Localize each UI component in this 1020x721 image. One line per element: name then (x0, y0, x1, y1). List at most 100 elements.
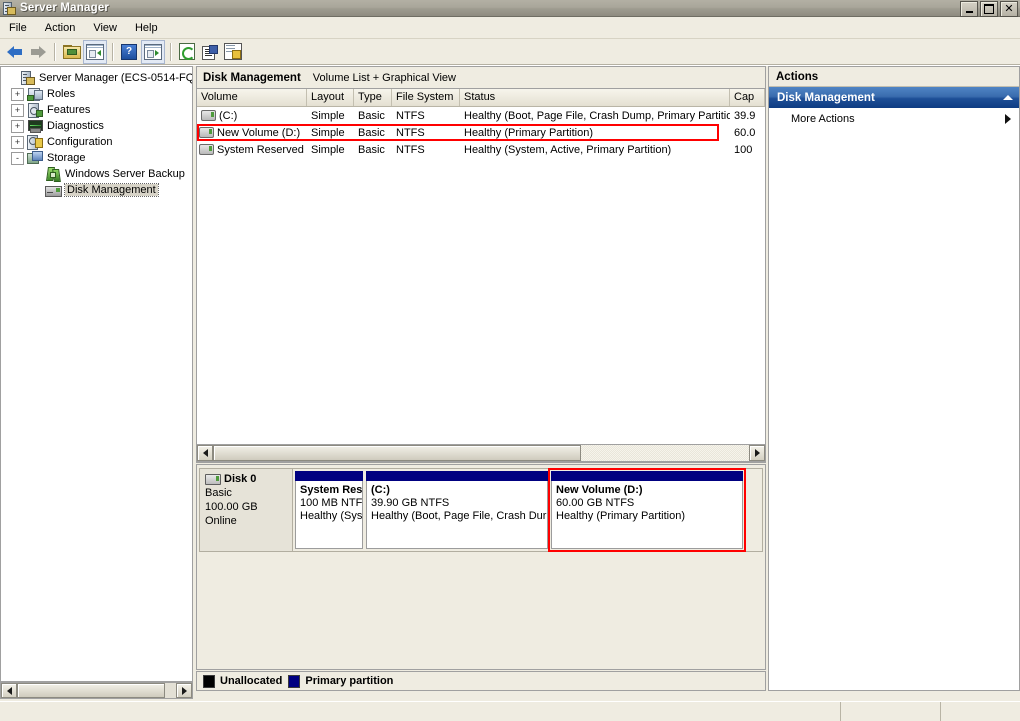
menu-action[interactable]: Action (36, 19, 85, 37)
tree-node-root[interactable]: Server Manager (ECS-0514-FQY-00 (3, 70, 192, 86)
back-icon (6, 45, 24, 59)
table-row[interactable]: System Reserved Simple Basic NTFS Health… (197, 141, 765, 158)
column-header-file-system[interactable]: File System (392, 89, 460, 106)
disk-type: Basic (205, 487, 287, 499)
sidebar-item-features-label: Features (47, 104, 90, 116)
column-header-layout[interactable]: Layout (307, 89, 354, 106)
tree-horizontal-scrollbar[interactable] (0, 682, 193, 699)
page-title: Disk Management (203, 72, 301, 84)
page-subtitle: Volume List + Graphical View (313, 72, 456, 84)
status-bar-panel-1 (840, 702, 940, 721)
sidebar-item-diagnostics-label: Diagnostics (47, 120, 104, 132)
sidebar-item-diagnostics[interactable]: + Diagnostics (3, 118, 192, 134)
console-tree: Server Manager (ECS-0514-FQY-00 + Roles … (1, 67, 192, 198)
tree-expander-configuration[interactable]: + (11, 136, 24, 149)
tree-expander-root (5, 73, 16, 84)
tree-expander-diagnostics[interactable]: + (11, 120, 24, 133)
show-hide-tree-icon (86, 44, 104, 60)
sidebar-item-disk-management[interactable]: Disk Management (3, 182, 192, 198)
menu-help[interactable]: Help (126, 19, 167, 37)
column-header-volume[interactable]: Volume (197, 89, 307, 106)
features-icon (27, 103, 43, 117)
graphical-view: Disk 0 Basic 100.00 GB Online System Res… (196, 464, 766, 670)
partition-system-reserved[interactable]: System Res 100 MB NTFS Healthy (Syst (295, 471, 363, 549)
volume-icon (199, 144, 214, 155)
help-icon: ? (121, 44, 137, 60)
help-button[interactable]: ? (118, 41, 140, 63)
refresh-icon (179, 43, 195, 60)
cell-status: Healthy (Primary Partition) (460, 127, 730, 139)
sidebar-item-roles-label: Roles (47, 88, 75, 100)
server-manager-icon (2, 1, 16, 15)
toolbar-separator (54, 43, 56, 61)
window-title: Server Manager (20, 2, 109, 14)
show-hide-tree-button[interactable] (83, 40, 107, 64)
menu-file[interactable]: File (0, 19, 36, 37)
scroll-right-button[interactable] (176, 683, 192, 698)
sidebar-item-windows-server-backup[interactable]: Windows Server Backup (3, 166, 192, 182)
sidebar-item-roles[interactable]: + Roles (3, 86, 192, 102)
actions-header: Actions (769, 67, 1019, 87)
column-header-capacity[interactable]: Cap (730, 89, 765, 106)
cell-status: Healthy (System, Active, Primary Partiti… (460, 144, 730, 156)
refresh-button[interactable] (176, 41, 198, 63)
tree-expander-storage[interactable]: - (11, 152, 24, 165)
triangle-right-icon (755, 449, 760, 457)
cell-layout: Simple (307, 144, 354, 156)
partition-size: 60.00 GB NTFS (556, 497, 738, 509)
table-row[interactable]: New Volume (D:) Simple Basic NTFS Health… (197, 124, 765, 141)
tree-expander-features[interactable]: + (11, 104, 24, 117)
partition-status: Healthy (Syst (300, 510, 358, 522)
action-more-actions[interactable]: More Actions (769, 108, 1019, 130)
column-header-type[interactable]: Type (354, 89, 392, 106)
chevron-right-icon (1005, 114, 1011, 124)
actions-section-disk-management[interactable]: Disk Management (769, 87, 1019, 108)
up-folder-icon (63, 45, 80, 59)
actions-section-label: Disk Management (777, 92, 875, 104)
show-hide-action-pane-button[interactable] (141, 40, 165, 64)
chevron-up-icon[interactable] (1003, 95, 1013, 100)
scroll-right-button[interactable] (749, 445, 765, 461)
tree-expander-roles[interactable]: + (11, 88, 24, 101)
disk-info-panel[interactable]: Disk 0 Basic 100.00 GB Online (199, 468, 293, 552)
tree-node-root-label: Server Manager (ECS-0514-FQY-00 (39, 72, 193, 84)
export-list-icon (224, 43, 242, 60)
partition-status: Healthy (Primary Partition) (556, 510, 738, 522)
forward-button[interactable] (27, 41, 49, 63)
menu-view[interactable]: View (84, 19, 126, 37)
sidebar-item-configuration[interactable]: + Configuration (3, 134, 192, 150)
sidebar-item-features[interactable]: + Features (3, 102, 192, 118)
cell-layout: Simple (307, 110, 354, 122)
cell-capacity: 100 (730, 144, 765, 156)
cell-volume: New Volume (D:) (217, 127, 300, 139)
scroll-track[interactable] (213, 445, 749, 461)
partition-color-bar (295, 471, 363, 481)
partition-new-volume-d[interactable]: New Volume (D:) 60.00 GB NTFS Healthy (P… (551, 471, 743, 549)
close-button[interactable]: ✕ (1000, 1, 1018, 17)
triangle-left-icon (203, 449, 208, 457)
scroll-left-button[interactable] (1, 683, 17, 698)
triangle-left-icon (7, 687, 12, 695)
show-hide-action-pane-icon (144, 44, 162, 60)
back-button[interactable] (4, 41, 26, 63)
maximize-restore-button[interactable] (980, 1, 998, 17)
partition-c[interactable]: (C:) 39.90 GB NTFS Healthy (Boot, Page F… (366, 471, 548, 549)
volume-list-horizontal-scrollbar[interactable] (196, 444, 766, 462)
scroll-thumb[interactable] (17, 683, 165, 698)
storage-icon (27, 151, 43, 165)
scroll-left-button[interactable] (197, 445, 213, 461)
column-header-status[interactable]: Status (460, 89, 730, 106)
table-row[interactable]: (C:) Simple Basic NTFS Healthy (Boot, Pa… (197, 107, 765, 124)
minimize-button[interactable] (960, 1, 978, 17)
disk-icon (205, 474, 221, 485)
sidebar-item-storage[interactable]: - Storage (3, 150, 192, 166)
up-folder-button[interactable] (60, 41, 82, 63)
properties-button[interactable] (199, 41, 221, 63)
cell-type: Basic (354, 127, 392, 139)
scroll-thumb[interactable] (213, 445, 581, 461)
partition-name: System Res (300, 484, 358, 496)
partition-name: (C:) (371, 484, 543, 496)
disk-management-icon (45, 183, 61, 197)
scroll-track[interactable] (17, 683, 176, 698)
export-list-button[interactable] (222, 41, 244, 63)
